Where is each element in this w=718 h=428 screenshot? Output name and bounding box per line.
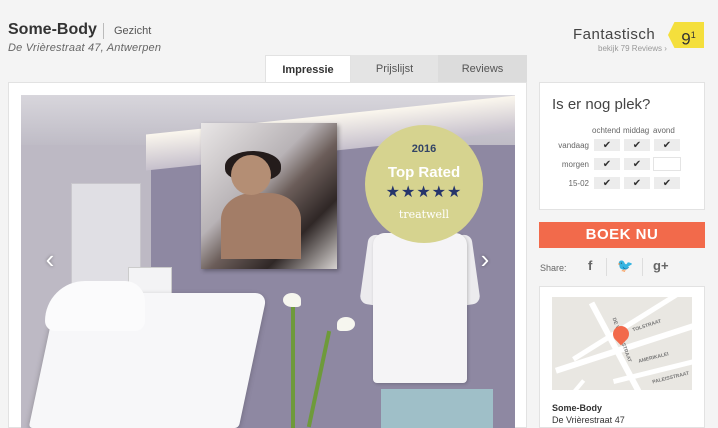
- photo-flower-2: [337, 317, 355, 331]
- availability-row-label: 15-02: [568, 179, 589, 188]
- availability-slot[interactable]: ✔: [593, 138, 621, 152]
- rating-score-badge: 91: [668, 22, 704, 48]
- availability-col-avond: avond: [653, 126, 675, 135]
- rating-score: 9: [681, 29, 691, 49]
- facebook-icon[interactable]: f: [588, 258, 592, 273]
- rating-label: Fantastisch: [573, 26, 656, 43]
- poster-figure-face: [231, 155, 271, 195]
- map-street-label: AMERIKALEI: [637, 351, 670, 365]
- tab-impressie[interactable]: Impressie: [265, 55, 351, 83]
- photo-bathrobe: [373, 233, 467, 383]
- map-salon-address: De Vrièrestraat 47: [552, 415, 625, 425]
- award-stars-icon: ★★★★★: [385, 184, 463, 201]
- share-divider: [606, 258, 607, 276]
- availability-col-ochtend: ochtend: [592, 126, 621, 135]
- availability-row-label: morgen: [561, 160, 589, 169]
- googleplus-icon[interactable]: g+: [653, 258, 669, 273]
- availability-slot[interactable]: ✔: [623, 176, 651, 190]
- share-divider: [642, 258, 643, 276]
- availability-slot[interactable]: ✔: [653, 138, 681, 152]
- availability-slot[interactable]: ✔: [593, 157, 621, 171]
- availability-row-label: vandaag: [558, 141, 589, 150]
- award-title: Top Rated: [387, 164, 461, 181]
- poster-figure-body: [221, 193, 301, 259]
- photo-flower: [283, 293, 301, 307]
- share-label: Share:: [540, 263, 567, 273]
- photo-wall-poster: [201, 123, 337, 269]
- availability-slot[interactable]: ✔: [593, 176, 621, 190]
- award-brand: treatwell: [398, 208, 450, 221]
- map-salon-name: Some-Body: [552, 403, 603, 413]
- availability-slot[interactable]: ✔: [623, 138, 651, 152]
- availability-slot[interactable]: ✔: [653, 176, 681, 190]
- availability-col-middag: middag: [623, 126, 650, 135]
- salon-category[interactable]: Gezicht: [114, 25, 151, 37]
- reviews-link[interactable]: bekijk 79 Reviews ›: [598, 44, 667, 53]
- map-road: [562, 379, 586, 390]
- salon-name: Some-Body: [8, 21, 97, 38]
- chevron-left-icon[interactable]: ‹: [40, 245, 60, 273]
- award-year: 2016: [411, 143, 437, 155]
- photo-bed-headrest: [45, 281, 145, 331]
- availability-title: Is er nog plek?: [552, 96, 651, 113]
- tab-reviews[interactable]: Reviews: [438, 55, 527, 83]
- top-rated-award-badge: 2016 Top Rated ★★★★★ treatwell: [365, 125, 483, 243]
- photo-step-box: [381, 389, 493, 428]
- salon-address: De Vrièrestraat 47, Antwerpen: [8, 42, 162, 54]
- twitter-icon[interactable]: 🐦: [617, 258, 633, 274]
- tab-prijslijst[interactable]: Prijslijst: [351, 55, 438, 83]
- availability-slot[interactable]: ✔: [623, 157, 651, 171]
- availability-slot-empty: [653, 157, 681, 171]
- chevron-right-icon[interactable]: ›: [475, 245, 495, 273]
- header-separator: [103, 23, 104, 39]
- photo-flower-stem: [291, 295, 295, 428]
- rating-score-decimal: 1: [690, 30, 696, 40]
- book-now-button[interactable]: BOEK NU: [539, 222, 705, 248]
